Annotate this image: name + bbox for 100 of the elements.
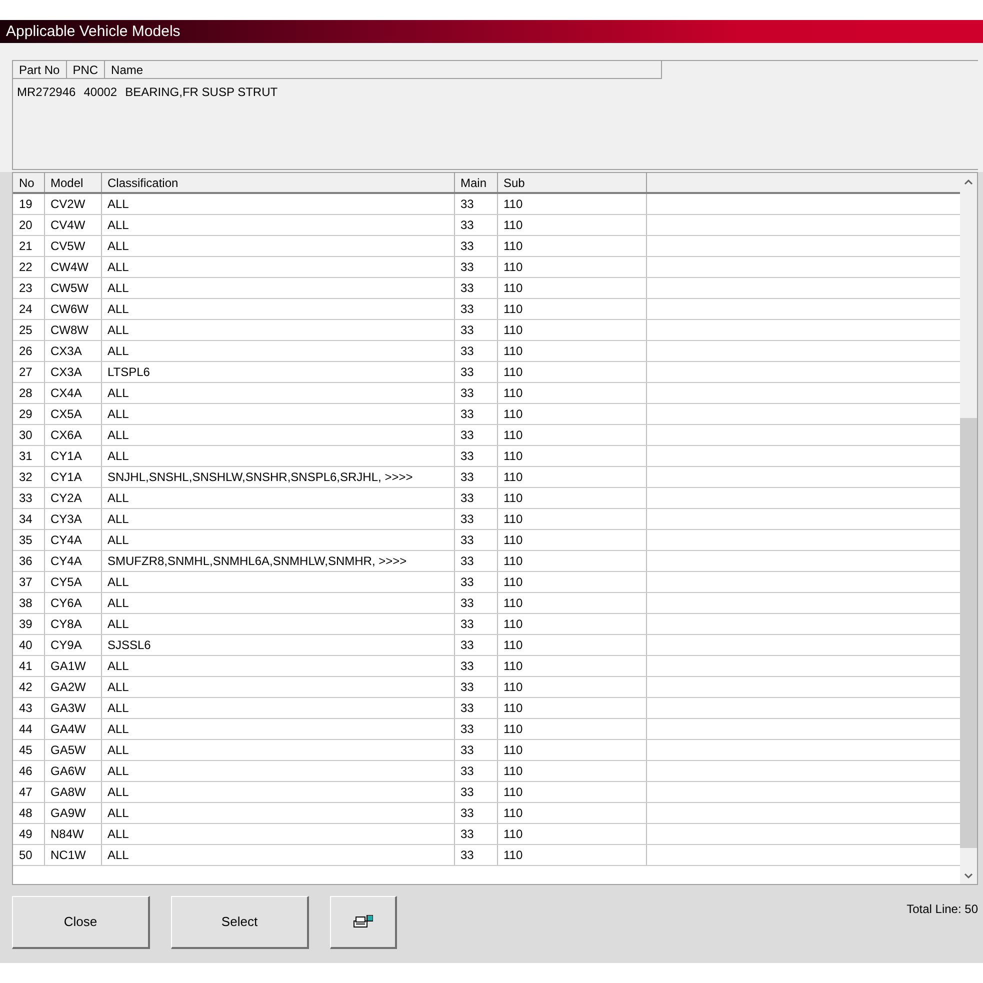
table-cell: 33 — [454, 508, 497, 530]
table-cell: ALL — [101, 802, 454, 824]
table-cell: 33 — [454, 824, 497, 844]
table-cell: ALL — [101, 676, 454, 698]
table-cell: 33 — [454, 214, 497, 236]
table-cell: 33 — [454, 278, 497, 298]
table-cell: 110 — [497, 592, 646, 614]
table-cell: 31 — [13, 446, 44, 466]
table-cell: 33 — [13, 488, 44, 508]
table-cell: CX4A — [44, 382, 101, 404]
table-cell: 33 — [454, 634, 497, 656]
scroll-up-icon[interactable] — [964, 178, 973, 184]
table-cell: 110 — [497, 488, 646, 508]
table-cell: ALL — [101, 193, 454, 214]
table-cell: SJSSL6 — [101, 634, 454, 656]
table-cell: 110 — [497, 362, 646, 382]
select-button[interactable]: Select — [171, 896, 309, 949]
table-cell: 110 — [497, 446, 646, 466]
window-title: Applicable Vehicle Models — [0, 20, 983, 43]
table-cell: CW6W — [44, 298, 101, 320]
table-cell: 22 — [13, 256, 44, 278]
table-cell: ALL — [101, 214, 454, 236]
table-cell: ALL — [101, 592, 454, 614]
table-cell: CV2W — [44, 193, 101, 214]
table-cell: ALL — [101, 298, 454, 320]
table-cell: 29 — [13, 404, 44, 424]
table-cell: CX5A — [44, 404, 101, 424]
column-header[interactable]: Main — [454, 173, 497, 193]
table-cell: GA8W — [44, 782, 101, 802]
table-cell: CY1A — [44, 466, 101, 488]
table-cell: ALL — [101, 340, 454, 362]
table-cell: 48 — [13, 802, 44, 824]
table-cell: 33 — [454, 404, 497, 424]
table-cell: 33 — [454, 676, 497, 698]
table-cell: 25 — [13, 320, 44, 340]
table-cell: 36 — [13, 550, 44, 572]
table-cell: ALL — [101, 508, 454, 530]
scroll-thumb[interactable] — [960, 418, 977, 848]
print-button[interactable] — [330, 896, 397, 949]
table-cell: 38 — [13, 592, 44, 614]
table-cell: 33 — [454, 488, 497, 508]
column-header[interactable]: No — [13, 173, 44, 193]
table-cell: CX6A — [44, 424, 101, 446]
table-cell: 33 — [454, 718, 497, 740]
table-cell: SMUFZR8,SNMHL,SNMHL6A,SNMHLW,SNMHR, >>>> — [101, 550, 454, 572]
table-cell: 33 — [454, 446, 497, 466]
table-cell: ALL — [101, 740, 454, 760]
table-cell: ALL — [101, 656, 454, 676]
table-cell: 33 — [454, 572, 497, 592]
table-cell: 33 — [454, 424, 497, 446]
table-cell: 50 — [13, 844, 44, 866]
table-cell: 110 — [497, 530, 646, 550]
table-cell: 110 — [497, 824, 646, 844]
table-cell: 110 — [497, 236, 646, 256]
table-cell: ALL — [101, 824, 454, 844]
table-cell: 33 — [454, 698, 497, 718]
column-header[interactable]: Classification — [101, 173, 454, 193]
table-cell: CY3A — [44, 508, 101, 530]
table-cell: 33 — [454, 530, 497, 550]
table-cell: CY8A — [44, 614, 101, 634]
table-cell: ALL — [101, 572, 454, 592]
column-header[interactable]: Model — [44, 173, 101, 193]
table-cell: CY4A — [44, 550, 101, 572]
table-cell: 33 — [454, 256, 497, 278]
table-cell: 32 — [13, 466, 44, 488]
table-cell: 33 — [454, 614, 497, 634]
table-cell: 110 — [497, 740, 646, 760]
table-cell: LTSPL6 — [101, 362, 454, 382]
table-cell: 110 — [497, 256, 646, 278]
table-cell: ALL — [101, 782, 454, 802]
table-cell: ALL — [101, 256, 454, 278]
table-cell: 110 — [497, 404, 646, 424]
table-cell: 41 — [13, 656, 44, 676]
table-cell: 33 — [454, 656, 497, 676]
close-button[interactable]: Close — [12, 896, 150, 949]
column-header: Name — [105, 61, 662, 78]
table-cell: 110 — [497, 278, 646, 298]
table-cell: CX3A — [44, 362, 101, 382]
scroll-down-icon[interactable] — [964, 872, 973, 878]
table-cell: 110 — [497, 844, 646, 866]
table-cell: 39 — [13, 614, 44, 634]
table-cell: ALL — [101, 320, 454, 340]
table-cell: 21 — [13, 236, 44, 256]
table-cell: ALL — [101, 698, 454, 718]
column-header[interactable]: Sub — [497, 173, 646, 193]
table-cell: CY9A — [44, 634, 101, 656]
table-cell: ALL — [101, 278, 454, 298]
table-cell: 47 — [13, 782, 44, 802]
table-cell: GA9W — [44, 802, 101, 824]
table-cell: GA2W — [44, 676, 101, 698]
table-cell: NC1W — [44, 844, 101, 866]
table-cell: 33 — [454, 760, 497, 782]
table-cell: 110 — [497, 572, 646, 592]
table-cell: 110 — [497, 760, 646, 782]
table-cell: 33 — [454, 193, 497, 214]
table-cell: 110 — [497, 466, 646, 488]
table-cell: 110 — [497, 676, 646, 698]
table-cell: 49 — [13, 824, 44, 844]
table-cell: ALL — [101, 614, 454, 634]
table-cell-text: 40002 — [84, 84, 118, 101]
